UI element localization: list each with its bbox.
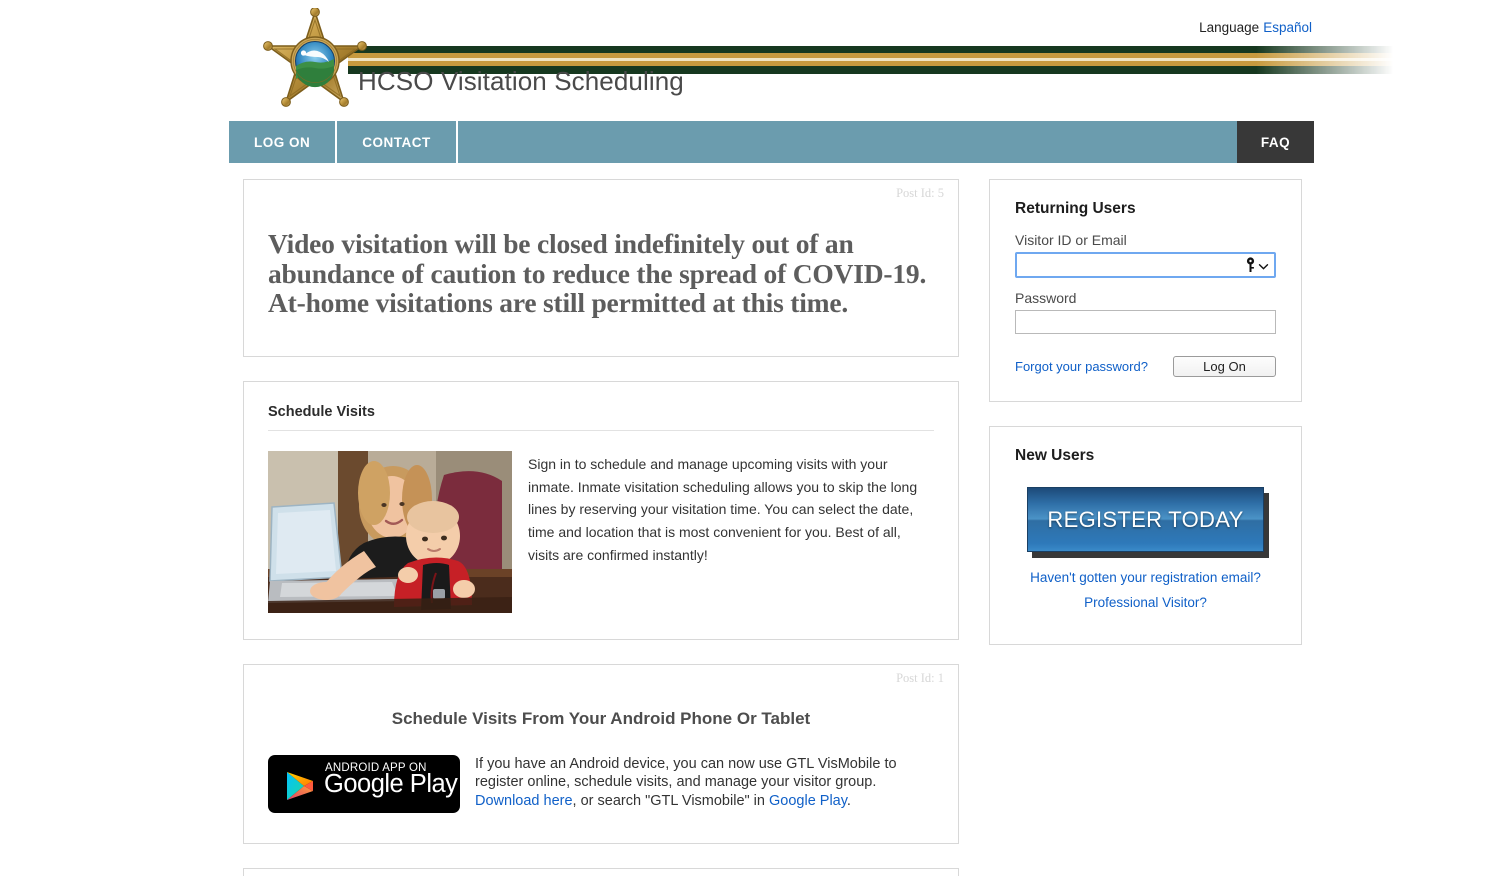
announcement-card: Post Id: 5 Video visitation will be clos…: [243, 179, 959, 357]
google-play-badge-maintext: Google Play: [324, 770, 458, 798]
android-copy-part3: .: [846, 792, 851, 809]
password-input[interactable]: [1015, 310, 1276, 334]
android-card-copy: If you have an Android device, you can n…: [475, 755, 934, 810]
announcement-text: Video visitation will be closed indefini…: [268, 228, 927, 319]
announcement-post-id: Post Id: 5: [896, 186, 944, 200]
register-today-button[interactable]: REGISTER TODAY: [1027, 487, 1264, 552]
android-copy-part1: If you have an Android device, you can n…: [475, 756, 897, 791]
login-actions-row: Forgot your password? Log On: [1015, 356, 1276, 377]
google-play-badge[interactable]: ANDROID APP ON Google Play: [268, 755, 460, 813]
sheriff-star-badge-icon: [260, 7, 370, 118]
site-header: HCSO Visitation Scheduling: [229, 0, 1404, 120]
returning-users-panel: Returning Users Visitor ID or Email Pass…: [989, 179, 1302, 402]
nav-item-log-on[interactable]: LOG ON: [229, 121, 338, 163]
android-card-body: ANDROID APP ON Google Play If you have a…: [268, 755, 934, 813]
nav-item-faq[interactable]: FAQ: [1237, 121, 1314, 163]
forgot-password-link[interactable]: Forgot your password?: [1015, 359, 1148, 374]
schedule-visits-title: Schedule Visits: [268, 404, 375, 420]
visitor-id-input[interactable]: [1015, 252, 1276, 278]
download-here-link[interactable]: Download here: [475, 793, 573, 809]
professional-visitor-link[interactable]: Professional Visitor?: [1015, 595, 1276, 610]
next-card-partial: [243, 868, 959, 876]
divider: [268, 430, 934, 431]
sidebar-column: Returning Users Visitor ID or Email Pass…: [989, 179, 1302, 645]
key-icon: [1246, 257, 1255, 272]
android-copy-part2: , or search "GTL Vismobile" in: [572, 792, 769, 809]
registration-email-link[interactable]: Haven't gotten your registration email?: [1015, 570, 1276, 585]
register-today-label: REGISTER TODAY: [1047, 506, 1244, 532]
password-label: Password: [1015, 290, 1077, 306]
main-navigation: LOG ON CONTACT FAQ: [229, 121, 1314, 163]
register-button-wrap: REGISTER TODAY: [1015, 479, 1276, 570]
google-play-link[interactable]: Google Play: [769, 793, 847, 809]
password-autofill-control[interactable]: [1246, 257, 1269, 272]
returning-users-title: Returning Users: [1015, 200, 1136, 217]
chevron-down-icon: [1258, 259, 1269, 270]
new-users-title: New Users: [1015, 447, 1095, 464]
log-on-button[interactable]: Log On: [1173, 356, 1276, 377]
schedule-visits-card: Schedule Visits Sign in to schedule and …: [243, 381, 959, 640]
main-content-column: Post Id: 5 Video visitation will be clos…: [243, 179, 959, 876]
android-app-card: Post Id: 1 Schedule Visits From Your And…: [243, 664, 959, 844]
google-play-triangle-icon: [284, 770, 316, 802]
panel-gap: [989, 402, 1302, 426]
schedule-visits-body-text: Sign in to schedule and manage upcoming …: [528, 456, 918, 563]
visitor-id-field-wrap: [1015, 252, 1276, 278]
new-users-panel: New Users REGISTER TODAY Haven't gotten …: [989, 426, 1302, 645]
nav-item-contact[interactable]: CONTACT: [337, 121, 458, 163]
password-field-wrap: [1015, 310, 1276, 334]
android-post-id: Post Id: 1: [896, 671, 944, 685]
visitor-id-label: Visitor ID or Email: [1015, 232, 1127, 248]
page-title: HCSO Visitation Scheduling: [358, 66, 684, 96]
android-card-title: Schedule Visits From Your Android Phone …: [391, 709, 811, 728]
schedule-visits-body: Sign in to schedule and manage upcoming …: [268, 451, 934, 613]
page-root: Language Español HCSO Visitation Schedul…: [0, 0, 1497, 876]
woman-with-baby-at-laptop-photo: [268, 451, 512, 613]
